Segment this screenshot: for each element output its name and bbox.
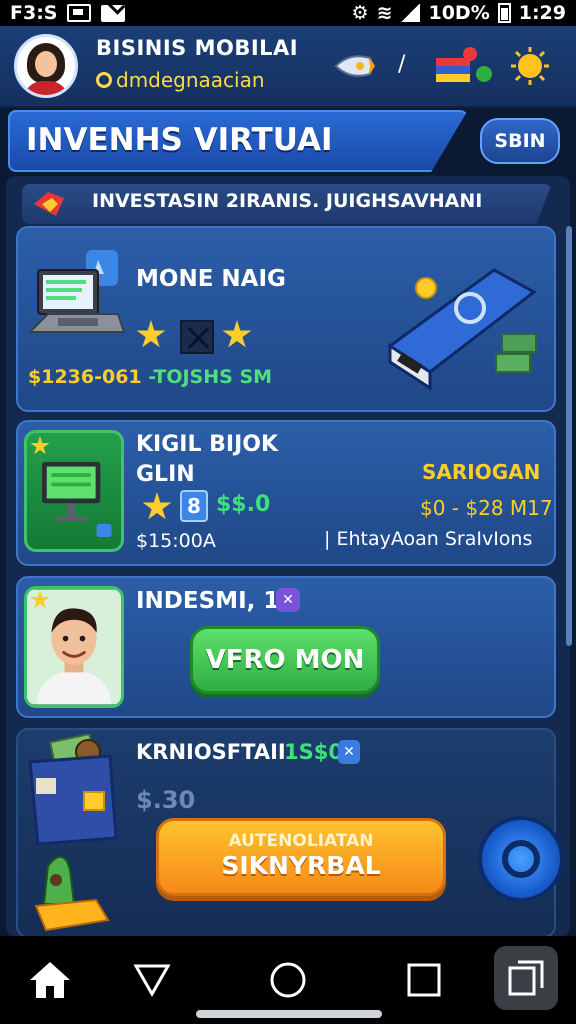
status-bar: F3:S ⚙ ≋ 10D% 1:29 [0,0,576,26]
user-handle-row: dmdegnaacian [96,68,265,92]
sbin-button[interactable]: SBIN [480,118,560,164]
card-1-extra: -TOJSHS SM [148,366,273,388]
home-circle-icon[interactable] [258,950,318,1010]
screenshot-icon [67,4,92,22]
sun-icon[interactable] [510,46,550,86]
card-2-price: $15:00A [136,530,216,552]
page-title: INVENHS VIRTUAI [26,122,333,158]
app-name: BISINIS MOBILAI [96,36,299,60]
cta-button-top-label: AUTENOLIATAN [228,831,374,851]
card-1-stats: $1236-061 -TOJSHS SM [28,366,272,388]
user-handle: dmdegnaacian [116,68,265,92]
rank-badge-icon [180,320,214,354]
scrollbar[interactable] [566,226,572,646]
home-icon[interactable] [20,950,80,1010]
card-4-sub-value: $.30 [136,786,196,814]
recents-icon[interactable] [494,946,558,1010]
rocket-badge-icon [34,192,64,216]
card-4-amount: 1S$0 [284,740,343,764]
person-icon [27,589,121,705]
level-badge: 8 [180,490,208,522]
rocket-icon[interactable] [332,48,376,84]
money-chest-icon [28,734,118,932]
card-2-status: SARIOGAN [422,460,541,484]
card-1-price: $1236-061 [28,366,142,388]
avatar[interactable] [14,34,78,98]
wifi-icon: ≋ [376,2,393,24]
usb-drive-icon [387,268,537,391]
home-indicator[interactable] [196,1010,382,1018]
card-2-range: $0 - $28 M17 [420,496,553,520]
battery-icon [497,3,511,23]
clock: 1:29 [518,2,566,24]
back-icon[interactable] [122,950,182,1010]
card-4-chip: ✕ [338,740,360,764]
flags-icon[interactable] [434,46,494,90]
card-2-title-line1: KIGIL BIJOK [136,432,279,457]
invest-button[interactable]: VFRO MON [190,626,380,694]
card-1-title: MONE NAIG [136,266,286,292]
card-2-title: KIGIL BIJOK GLIN [136,430,278,490]
card-2-description: | EhtayAoan SraIvIons [324,528,533,550]
signal-icon [400,4,421,22]
laptop-icon [28,250,126,333]
cta-button-label: SIKNYRBAL [221,851,381,880]
alarm-icon: ⚙ [351,2,369,24]
app-header: BISINIS MOBILAI dmdegnaacian / [0,26,576,108]
mail-icon [101,4,126,22]
cta-button[interactable]: AUTENOLIATAN SIKNYRBAL [156,818,446,896]
card-4-title: KRNIOSFTAII [136,740,286,764]
card-3-title: INDESMI, 10 [136,588,296,614]
card-2-reward: $$.0 [216,492,271,517]
card-2-title-line2: GLIN [136,462,195,487]
status-left-text: F3:S [10,2,58,24]
battery-percent: 10D% [428,2,490,24]
fab-settings-button[interactable] [478,816,564,902]
separator: / [398,52,406,77]
coin-icon [96,72,112,88]
card-3-chip: ✕ [276,588,300,612]
overview-square-icon[interactable] [394,950,454,1010]
section-title: INVESTASIN 2IRANIS. JUIGHSAVHANI [92,190,483,212]
